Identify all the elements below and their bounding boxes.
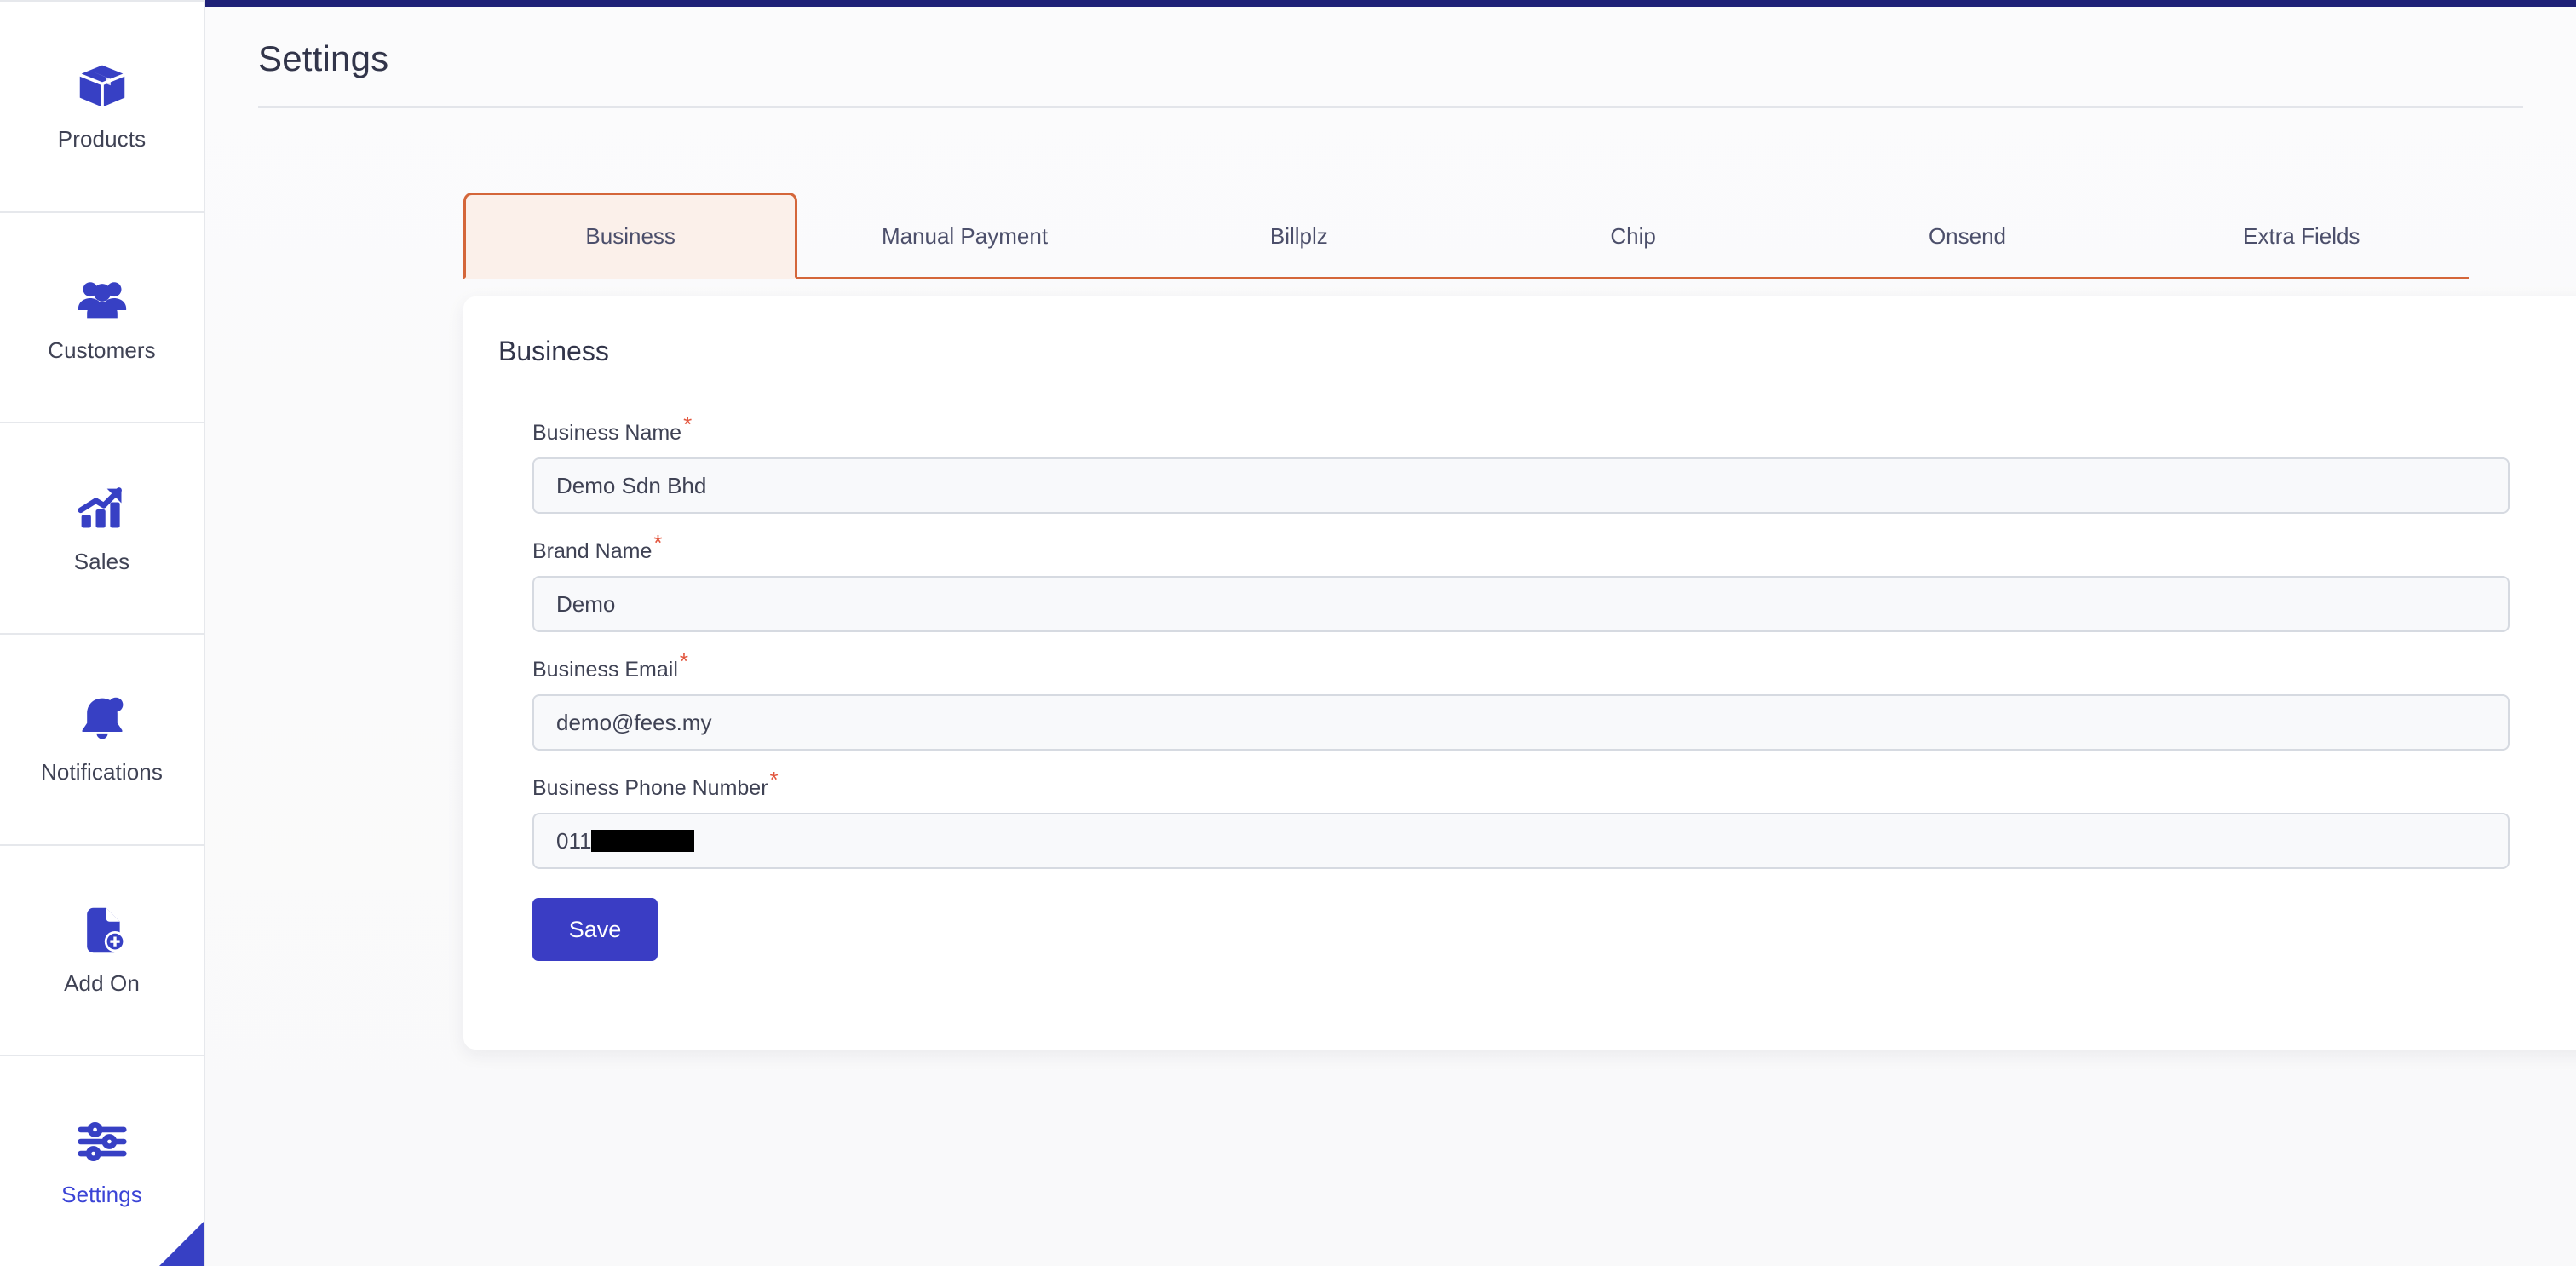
sidebar-navigation: Products Customers Sales Notifications A… (0, 0, 205, 1266)
business-email-input[interactable]: demo@fees.my (532, 694, 2510, 751)
field-label-text: Business Email (532, 658, 678, 682)
card-title: Business (498, 336, 609, 366)
box-icon (76, 60, 129, 112)
sidebar-item-customers[interactable]: Customers (0, 212, 204, 424)
field-label-text: Business Phone Number (532, 776, 768, 800)
input-value: Demo Sdn Bhd (556, 472, 707, 498)
business-settings-card: Business Business Name* Demo Sdn Bhd Bra… (463, 296, 2576, 1050)
app-root: Products Customers Sales Notifications A… (0, 0, 2576, 1266)
sidebar-item-notifications[interactable]: Notifications (0, 635, 204, 846)
field-label-text: Business Name (532, 421, 682, 445)
top-accent-bar (205, 0, 2576, 7)
sliders-icon (76, 1115, 129, 1168)
sidebar-item-label: Settings (61, 1181, 142, 1207)
input-value: 011 (556, 827, 592, 854)
field-label: Brand Name* (532, 532, 662, 564)
field-label: Business Name* (532, 413, 692, 446)
sidebar-item-products[interactable]: Products (0, 0, 204, 213)
sidebar-item-label: Customers (48, 337, 156, 363)
tab-label: Business (585, 222, 676, 249)
tab-extra-fields[interactable]: Extra Fields (2135, 193, 2469, 277)
required-asterisk: * (679, 647, 689, 674)
required-asterisk: * (683, 411, 693, 437)
business-phone-input[interactable]: 011 (532, 813, 2510, 869)
tab-onsend[interactable]: Onsend (1800, 193, 2134, 277)
redaction-bar (591, 830, 695, 852)
tab-label: Extra Fields (2243, 222, 2360, 249)
sidebar-item-label: Products (57, 126, 147, 152)
input-value: demo@fees.my (556, 709, 712, 735)
header-divider (258, 106, 2523, 108)
tab-label: Manual Payment (881, 222, 1049, 249)
tab-billplz[interactable]: Billplz (1132, 193, 1466, 277)
tab-label: Chip (1610, 222, 1656, 249)
document-plus-icon (76, 904, 129, 957)
page-header: Settings (258, 38, 2523, 108)
business-form: Business Name* Demo Sdn Bhd Brand Name* … (532, 413, 2510, 961)
input-value: Demo (556, 590, 616, 617)
field-business-name: Business Name* Demo Sdn Bhd (532, 413, 2510, 514)
sidebar-item-sales[interactable]: Sales (0, 423, 204, 636)
main-content: Settings Business Manual Payment Billplz… (205, 0, 2576, 1266)
sidebar-item-label: Add On (64, 970, 140, 997)
required-asterisk: * (653, 529, 663, 555)
tab-chip[interactable]: Chip (1466, 193, 1800, 277)
people-group-icon (76, 271, 129, 324)
tab-label: Billplz (1269, 222, 1328, 249)
tab-label: Onsend (1928, 222, 2007, 249)
field-label: Business Email* (532, 650, 688, 682)
tab-business[interactable]: Business (463, 193, 798, 279)
bell-icon (76, 693, 129, 745)
required-asterisk: * (769, 766, 779, 792)
field-business-phone: Business Phone Number* 011 (532, 768, 2510, 869)
field-label-text: Brand Name (532, 539, 653, 563)
field-business-email: Business Email* demo@fees.my (532, 650, 2510, 751)
settings-tab-bar: Business Manual Payment Billplz Chip Ons… (463, 193, 2469, 279)
active-corner-indicator (159, 1222, 204, 1266)
sidebar-item-add-on[interactable]: Add On (0, 845, 204, 1057)
page-title: Settings (258, 38, 389, 78)
sidebar-item-settings[interactable]: Settings (0, 1056, 204, 1266)
field-label: Business Phone Number* (532, 768, 779, 801)
save-button[interactable]: Save (532, 898, 658, 961)
business-name-input[interactable]: Demo Sdn Bhd (532, 457, 2510, 514)
brand-name-input[interactable]: Demo (532, 576, 2510, 632)
sidebar-item-label: Sales (73, 548, 130, 574)
tab-manual-payment[interactable]: Manual Payment (797, 193, 1131, 277)
field-brand-name: Brand Name* Demo (532, 532, 2510, 632)
chart-growth-icon (76, 482, 129, 535)
sidebar-item-label: Notifications (41, 759, 163, 785)
